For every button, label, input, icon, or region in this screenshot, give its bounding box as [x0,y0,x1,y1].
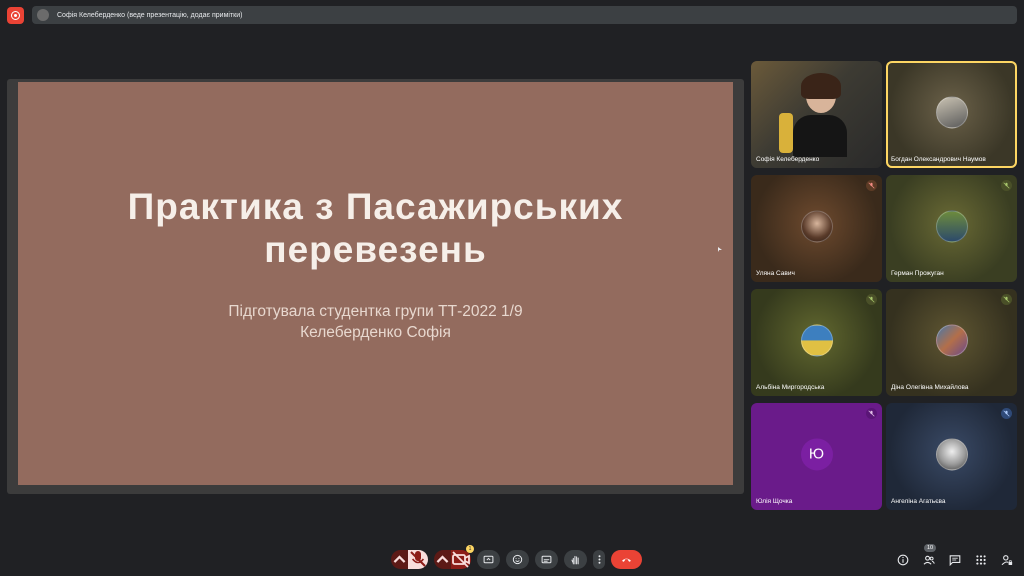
chevron-up-icon [393,554,406,563]
mouse-cursor-icon [718,247,722,252]
avatar-letter: Ю [800,437,833,470]
people-icon [923,555,935,565]
participant-tile[interactable]: Ю Юлія Щочка [751,403,882,510]
avatar [935,209,968,242]
slide-subtitle-line2: Келеберденко Софія [300,324,451,341]
participant-name: Альбіна Миргородська [756,384,825,391]
avatar [800,209,833,242]
mic-toggle-button[interactable] [408,549,428,569]
camera-control: 1 [434,544,474,569]
avatar [800,323,833,356]
camera-badge: 1 [466,544,474,553]
raise-hand-button[interactable] [564,549,587,569]
call-end-icon [622,558,631,562]
participant-name: Богдан Олександрович Наумов [891,156,986,163]
top-bar: Софія Келеберденко (веде презентацію, до… [0,0,1024,30]
mic-off-icon [1001,408,1012,419]
leave-call-button[interactable] [611,549,642,569]
meeting-details-button[interactable] [896,553,910,567]
participant-tile[interactable]: Діна Олегівна Михайлова [886,289,1017,396]
present-button[interactable] [477,549,500,569]
mic-control [391,549,428,569]
camera-video [791,71,849,157]
participant-name: Уляна Савич [756,270,795,277]
mic-off-icon [866,294,877,305]
raise-hand-icon [571,555,579,564]
emoji-icon [512,554,523,564]
participant-tile[interactable]: Ангеліна Агатьєва [886,403,1017,510]
reactions-button[interactable] [506,549,529,569]
call-controls: 1 [391,544,642,569]
slide-subtitle: Підготувала студентка групи ТТ-2022 1/9 … [76,301,676,343]
avatar [935,437,968,470]
avatar [935,95,968,128]
activities-button[interactable] [974,553,988,567]
camera-options-button[interactable] [434,549,451,569]
avatar [935,323,968,356]
presentation-stage: Практика з Пасажирських перевезень Підго… [7,79,744,494]
chat-button[interactable] [948,553,962,567]
participant-name: Герман Прожуган [891,270,944,277]
participant-tile[interactable]: Альбіна Миргородська [751,289,882,396]
participant-tile[interactable]: Герман Прожуган [886,175,1017,282]
mic-off-icon [410,551,426,567]
side-controls: 10 [896,544,1014,567]
people-count-badge: 10 [924,544,937,552]
slide-title: Практика з Пасажирських перевезень [127,186,624,270]
camera-toggle-button[interactable]: 1 [451,544,474,569]
presenter-text: Софія Келеберденко (веде презентацію, до… [57,11,243,19]
host-lock-icon [1001,555,1013,566]
record-icon[interactable] [7,7,24,24]
mic-off-icon [1001,294,1012,305]
participant-name: Діна Олегівна Михайлова [891,384,969,391]
presenter-banner[interactable]: Софія Келеберденко (веде презентацію, до… [32,6,1017,24]
participant-tile[interactable]: Уляна Савич [751,175,882,282]
captions-button[interactable] [535,549,558,569]
chevron-up-icon [436,554,449,563]
mic-options-button[interactable] [391,549,408,569]
info-icon [897,554,909,566]
participant-tile[interactable]: Софія Келеберденко [751,61,882,168]
mic-off-icon [866,180,877,191]
participant-name: Юлія Щочка [756,498,793,505]
slide: Практика з Пасажирських перевезень Підго… [18,82,733,485]
presenter-avatar [37,9,49,21]
mic-off-icon [866,408,877,419]
captions-icon [541,555,552,563]
participant-name: Ангеліна Агатьєва [891,498,946,505]
slide-subtitle-line1: Підготувала студентка групи ТТ-2022 1/9 [228,303,523,320]
mic-off-icon [1001,180,1012,191]
more-vert-icon [598,554,600,564]
chat-icon [949,555,961,566]
host-controls-button[interactable] [1000,553,1014,567]
participant-tile-active-speaker[interactable]: Богдан Олександрович Наумов [886,61,1017,168]
apps-grid-icon [976,555,986,565]
people-button[interactable]: 10 [922,544,937,567]
more-options-button[interactable] [593,549,605,569]
participant-name: Софія Келеберденко [756,156,820,163]
present-screen-icon [483,555,494,563]
